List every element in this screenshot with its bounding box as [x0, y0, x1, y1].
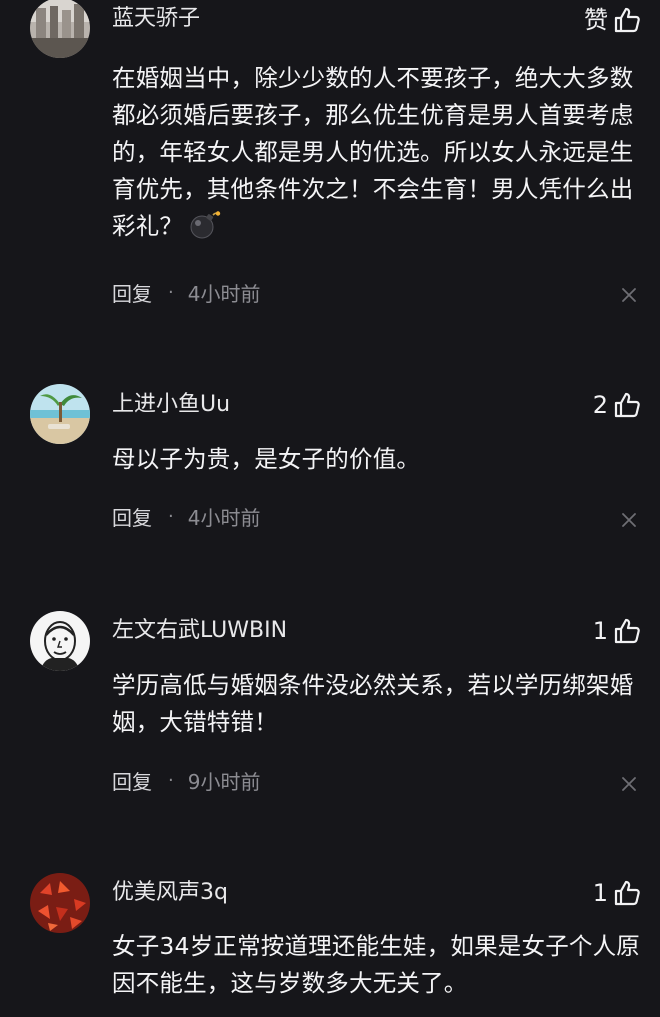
separator: ·	[168, 505, 174, 527]
timestamp: 4小时前	[187, 281, 261, 306]
thumbs-up-icon	[612, 5, 642, 35]
close-icon[interactable]	[620, 775, 638, 793]
comment-text: 女子34岁正常按道理还能生娃，如果是女子个人原因不能生，这与岁数多大无关了。	[112, 932, 641, 997]
avatar-image	[30, 384, 90, 444]
like-count: 2	[592, 391, 608, 419]
separator: ·	[168, 769, 174, 791]
like-count: 1	[592, 617, 608, 645]
like-button[interactable]: 1	[593, 875, 642, 911]
close-icon[interactable]	[620, 286, 638, 304]
avatar-image	[30, 873, 90, 933]
timestamp: 9小时前	[187, 769, 261, 794]
comment-meta: 回复 · 4小时前	[112, 277, 260, 307]
like-button[interactable]: 1	[593, 613, 642, 649]
bomb-icon	[187, 210, 221, 240]
avatar-image	[30, 611, 90, 671]
thumbs-up-icon	[612, 616, 642, 646]
avatar[interactable]	[30, 384, 90, 444]
comment-meta: 回复 · 9小时前	[112, 765, 260, 795]
username[interactable]: 上进小鱼Uu	[112, 390, 230, 420]
comment-text: 学历高低与婚姻条件没必然关系，若以学历绑架婚姻，大错特错！	[112, 671, 634, 736]
separator: ·	[168, 281, 174, 303]
comment-text: 在婚姻当中，除少少数的人不要孩子，绝大大多数都必须婚后要孩子，那么优生优育是男人…	[112, 60, 647, 245]
close-icon[interactable]	[620, 511, 638, 529]
reply-button[interactable]: 回复	[112, 502, 152, 531]
thumbs-up-icon	[612, 878, 642, 908]
username[interactable]: 左文右武LUWBIN	[112, 616, 287, 646]
username[interactable]: 蓝天骄子	[112, 4, 200, 34]
timestamp: 4小时前	[187, 505, 261, 530]
like-count: 1	[592, 879, 608, 907]
avatar-image	[30, 0, 90, 58]
avatar[interactable]	[30, 0, 90, 58]
like-label: 赞	[584, 6, 608, 34]
avatar[interactable]	[30, 611, 90, 671]
reply-button[interactable]: 回复	[112, 278, 152, 307]
avatar[interactable]	[30, 873, 90, 933]
like-button[interactable]: 2	[593, 387, 642, 423]
thumbs-up-icon	[612, 390, 642, 420]
comment-meta: 回复 · 4小时前	[112, 501, 260, 531]
like-button[interactable]: 赞	[584, 2, 642, 38]
reply-button[interactable]: 回复	[112, 766, 152, 795]
comment-text: 母以子为贵，是女子的价值。	[112, 445, 421, 473]
username[interactable]: 优美风声3q	[112, 878, 228, 908]
